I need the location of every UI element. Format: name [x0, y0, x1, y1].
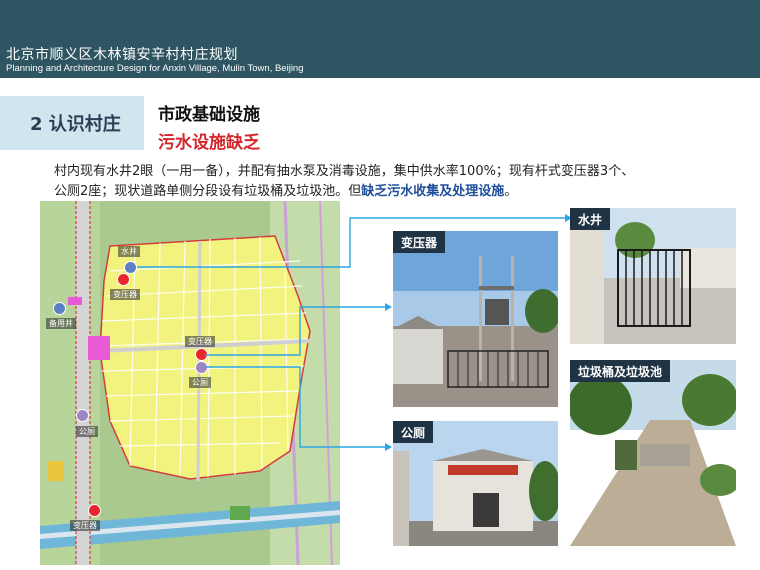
transformer-marker-bottom [88, 504, 101, 517]
description-line-1: 村内现有水井2眼（一用一备），并配有抽水泵及消毒设施，集中供水率100%；现有杆… [54, 164, 635, 179]
photo-transformer: 变压器 [393, 231, 558, 407]
backup-well-marker-label: 备用井 [46, 318, 76, 329]
well-marker-label: 水井 [118, 246, 140, 257]
transformer-marker-mid [195, 348, 208, 361]
garbage-photo [570, 360, 736, 546]
photo-toilet-label: 公厕 [393, 421, 434, 443]
description-line-2-end: 。 [504, 184, 518, 199]
photo-well-label: 水井 [570, 208, 611, 230]
photo-toilet: 公厕 [393, 421, 558, 546]
photo-well: 水井 [570, 208, 736, 344]
description-line-2-plain: 公厕2座；现状道路单侧分段设有垃圾桶及垃圾池。但 [54, 184, 362, 199]
backup-well-marker [53, 302, 66, 315]
page-title: 北京市顺义区木林镇安辛村村庄规划 [6, 47, 238, 63]
transformer-marker-top [117, 273, 130, 286]
toilet-marker-left [76, 409, 89, 422]
photo-garbage: 垃圾桶及垃圾池 [570, 360, 736, 546]
section-subheading: 污水设施缺乏 [158, 133, 260, 153]
toilet-marker-mid-label: 公厕 [189, 377, 211, 388]
toilet-marker-left-label: 公厕 [76, 426, 98, 437]
section-heading: 市政基础设施 [158, 105, 260, 125]
description-text: 村内现有水井2眼（一用一备），并配有抽水泵及消毒设施，集中供水率100%；现有杆… [54, 162, 734, 202]
description-highlight: 缺乏污水收集及处理设施 [361, 184, 505, 199]
photo-garbage-label: 垃圾桶及垃圾池 [570, 360, 671, 382]
well-marker [124, 261, 137, 274]
section-tab: 2 认识村庄 [0, 96, 144, 150]
transformer-photo [393, 231, 558, 407]
description-line-2: 公厕2座；现状道路单侧分段设有垃圾桶及垃圾池。但缺乏污水收集及处理设施。 [54, 182, 734, 202]
toilet-marker-mid [195, 361, 208, 374]
photo-transformer-label: 变压器 [393, 231, 446, 253]
transformer-marker-top-label: 变压器 [110, 289, 140, 300]
page-subtitle: Planning and Architecture Design for Anx… [6, 63, 304, 74]
transformer-marker-mid-label: 变压器 [185, 336, 215, 347]
transformer-marker-bottom-label: 变压器 [70, 520, 100, 531]
